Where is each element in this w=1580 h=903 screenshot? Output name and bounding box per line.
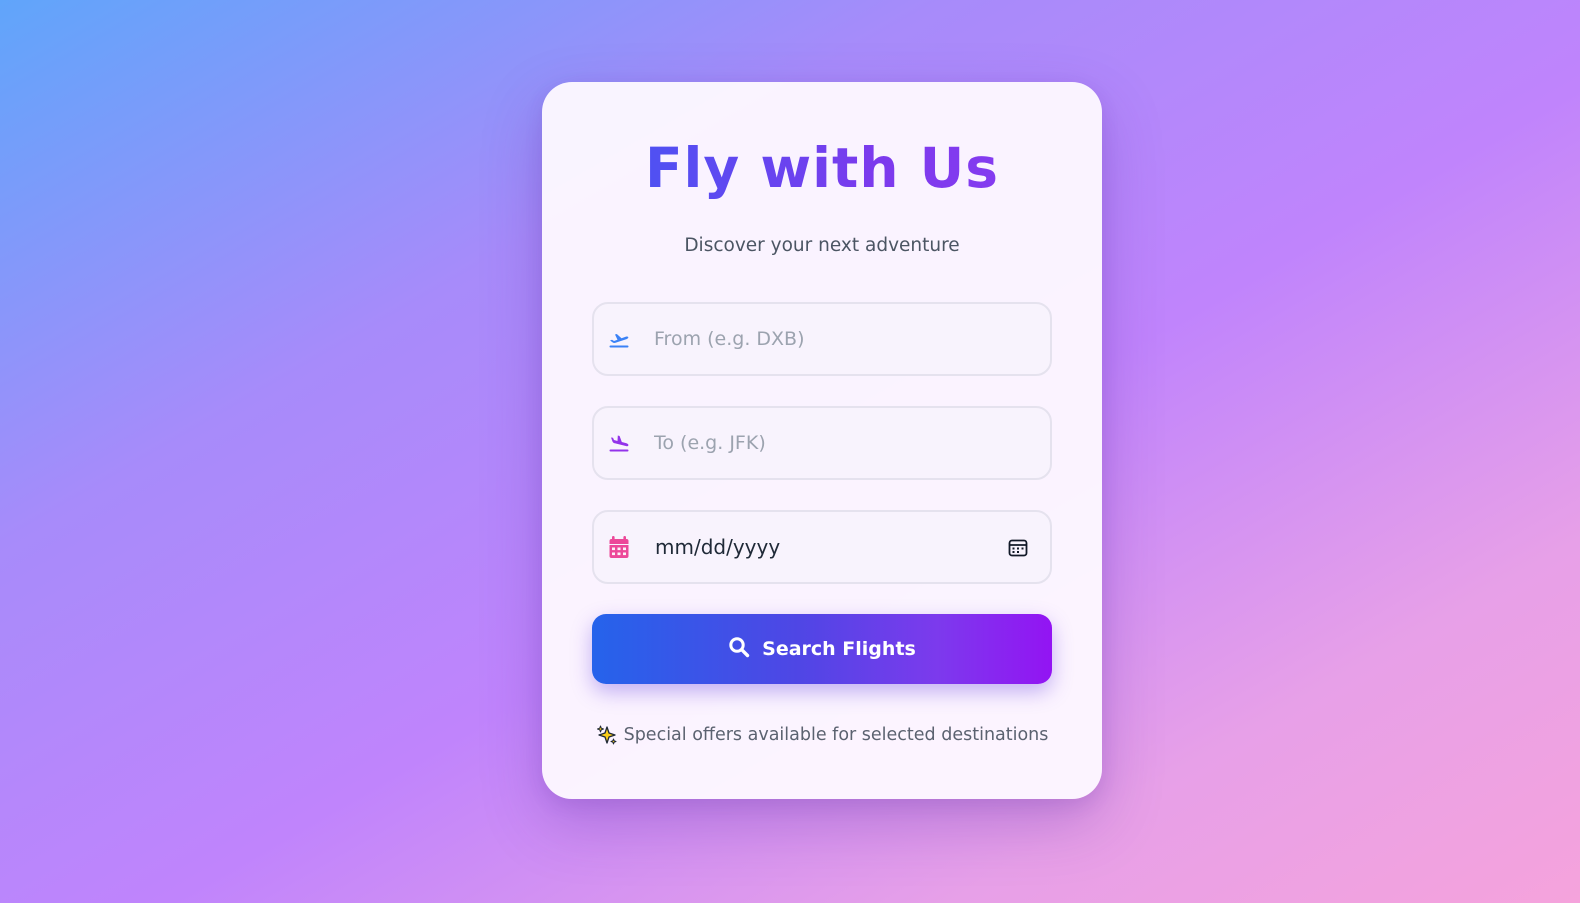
special-offers-text: Special offers available for selected de… xyxy=(623,725,1049,745)
plane-departure-icon xyxy=(606,326,632,352)
plane-arrival-icon xyxy=(606,430,632,456)
from-field[interactable] xyxy=(592,302,1052,376)
date-input[interactable]: mm/dd/yyyy xyxy=(655,512,780,582)
search-flights-button[interactable]: Search Flights xyxy=(592,614,1052,684)
sparkles-icon xyxy=(596,724,618,746)
to-field[interactable] xyxy=(592,406,1052,480)
page-subtitle: Discover your next adventure xyxy=(684,235,960,256)
calendar-picker-icon[interactable] xyxy=(1006,536,1030,560)
to-input[interactable] xyxy=(654,408,994,478)
calendar-icon xyxy=(606,534,632,560)
special-offers-note: Special offers available for selected de… xyxy=(542,722,1102,748)
search-button-label: Search Flights xyxy=(762,638,916,660)
date-field[interactable]: mm/dd/yyyy xyxy=(592,510,1052,584)
search-icon xyxy=(728,636,750,663)
flight-search-card: Fly with Us Discover your next adventure xyxy=(542,82,1102,799)
from-input[interactable] xyxy=(654,304,994,374)
page-title: Fly with Us xyxy=(542,128,1102,208)
